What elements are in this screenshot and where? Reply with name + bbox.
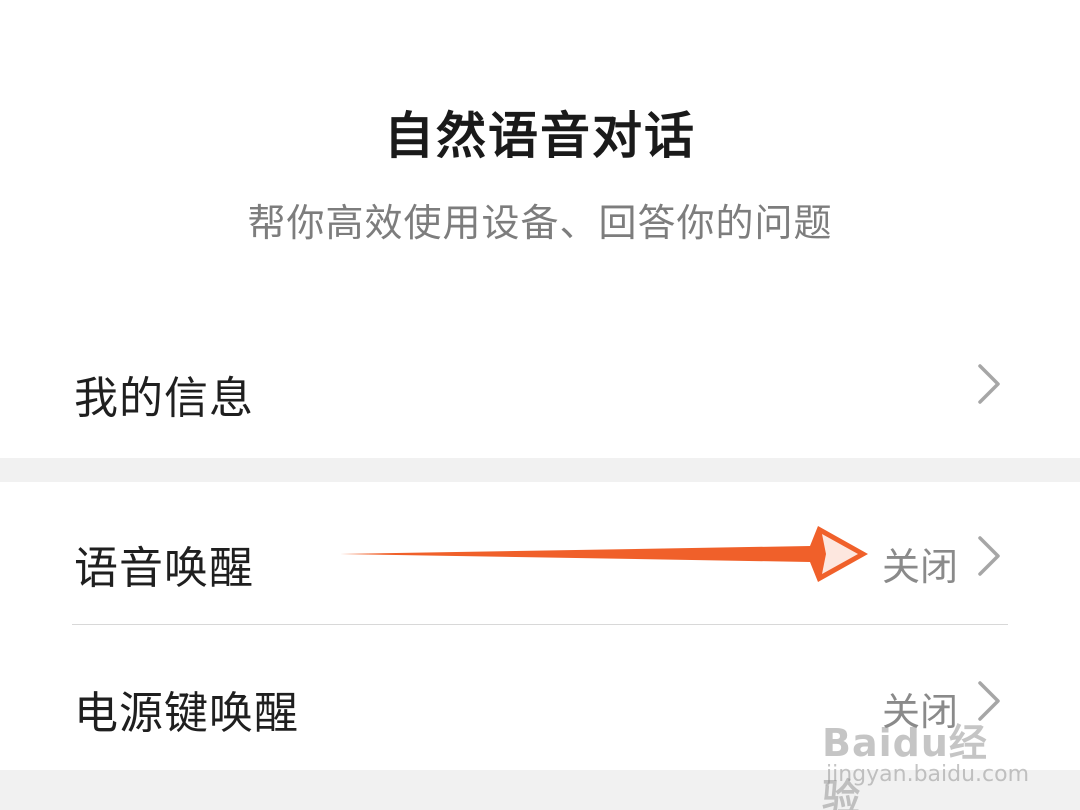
- chevron-right-icon: [978, 536, 1000, 576]
- watermark-url: jingyan.baidu.com: [826, 762, 1030, 787]
- settings-item-status: 关闭: [881, 545, 958, 589]
- watermark-logo: Baidu经验: [822, 721, 988, 810]
- page-title: 自然语音对话: [384, 107, 696, 165]
- settings-item-my-info[interactable]: 我的信息: [0, 310, 1080, 458]
- annotation-arrow-icon: [340, 526, 868, 582]
- baidu-watermark: Baidu经验 jingyan.baidu.com: [822, 712, 1029, 810]
- chevron-right-icon: [978, 364, 1000, 404]
- settings-item-label: 语音唤醒: [74, 543, 254, 594]
- section-separator: [0, 458, 1080, 482]
- settings-item-label: 我的信息: [74, 373, 254, 424]
- settings-page: 自然语音对话 帮你高效使用设备、回答你的问题 我的信息 语音唤醒 关闭 电源键唤…: [0, 0, 1080, 810]
- page-subtitle: 帮你高效使用设备、回答你的问题: [247, 201, 833, 245]
- settings-item-label: 电源键唤醒: [74, 688, 299, 739]
